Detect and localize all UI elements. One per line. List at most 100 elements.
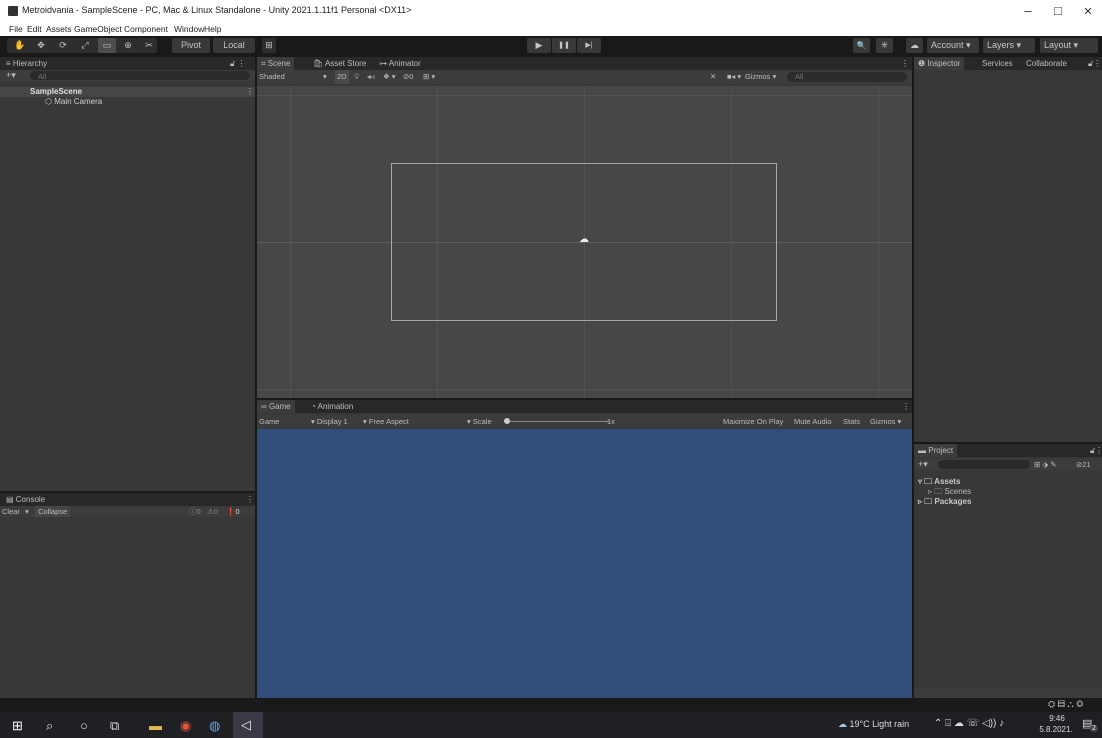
clock-time[interactable]: 9:46 (1042, 714, 1072, 723)
scale-tool-icon[interactable]: ⤢ (77, 38, 93, 53)
hidden-objects-icon[interactable]: ⊘ 0 (403, 70, 413, 84)
menu-edit[interactable]: Edit (27, 24, 42, 34)
tab-animation[interactable]: ◔ Animation (307, 400, 357, 413)
tools-icon[interactable]: ✕ (710, 70, 716, 84)
menu-gameobject[interactable]: GameObject (74, 24, 122, 34)
lighting-icon[interactable]: 💡︎ (354, 70, 359, 84)
app-db-icon[interactable]: ◍ (209, 718, 220, 734)
mute-audio-toggle[interactable]: Mute Audio (794, 415, 832, 428)
lock-icon[interactable]: 🔓︎ ⋮ (226, 57, 249, 70)
local-toggle[interactable]: Local (213, 38, 255, 53)
weather-widget[interactable]: ☁ 19°C Light rain (838, 719, 909, 730)
transform-tool-icon[interactable]: ⊕ (120, 38, 136, 53)
lock-icon[interactable]: 🔓︎⋮ (1084, 57, 1102, 70)
tab-project[interactable]: ▬ Project (914, 444, 958, 457)
unity-taskbar-button[interactable]: ◁ (233, 712, 263, 738)
warning-count[interactable]: ⚠0 (207, 506, 218, 517)
hierarchy-search-input[interactable]: All (30, 71, 250, 81)
packages-count[interactable]: ⊘21 (1076, 459, 1091, 470)
account-dropdown[interactable]: Account ▾ (927, 38, 979, 53)
scale-slider[interactable] (505, 421, 610, 422)
chrome-icon[interactable]: ◉ (180, 718, 191, 734)
menu-component[interactable]: Component (124, 24, 168, 34)
stats-toggle[interactable]: Stats (843, 415, 860, 428)
chevron-down-icon[interactable]: ▾ (25, 506, 29, 517)
scene-menu-icon[interactable]: ⋮ (246, 87, 254, 96)
effects-icon[interactable]: ❖ ▾ (383, 70, 396, 84)
lock-icon[interactable]: 🔓︎⋮ (1086, 444, 1102, 457)
2d-toggle[interactable]: 2D (335, 70, 349, 84)
play-button[interactable]: ▶ (527, 38, 551, 53)
log-count[interactable]: ⓘ0 (189, 506, 201, 517)
camera-icon[interactable]: ■◂ ▾ (727, 70, 741, 84)
tab-game[interactable]: ∞ Game (257, 400, 295, 413)
tree-item-assets[interactable]: ▿ 🗀︎ Assets (918, 476, 971, 486)
step-button[interactable]: ▶| (577, 38, 601, 53)
console-menu-icon[interactable]: ⋮ (242, 493, 258, 506)
minimize-button[interactable]: – (1016, 3, 1040, 18)
tab-inspector[interactable]: ❶ Inspector (914, 57, 965, 70)
menu-assets[interactable]: Assets (46, 24, 72, 34)
search-icon[interactable]: 🔍 (853, 38, 870, 53)
clear-button[interactable]: Clear (2, 506, 20, 517)
display-dropdown[interactable]: ▾ Display 1 (311, 415, 348, 428)
system-tray-icons[interactable]: ⌃ ⌹ ☁ ☏ ◁)) ♪ (934, 718, 1004, 729)
custom-tool-icon[interactable]: ✂ (141, 38, 157, 53)
close-button[interactable]: ✕ (1076, 5, 1100, 18)
rotate-tool-icon[interactable]: ⟳ (55, 38, 71, 53)
cortana-icon[interactable]: ○ (80, 718, 88, 733)
tab-console[interactable]: ▤ Console (2, 493, 49, 506)
tab-scene[interactable]: ⌗ Scene (257, 57, 295, 70)
tab-hierarchy[interactable]: ≡ Hierarchy (2, 57, 51, 70)
hierarchy-add-button[interactable]: +▾ (6, 70, 16, 81)
tree-item-scenes[interactable]: ▹ 🗀︎ Scenes (918, 486, 971, 496)
layers-dropdown[interactable]: Layers ▾ (983, 38, 1035, 53)
tab-services[interactable]: Services (978, 57, 1017, 70)
tab-animator[interactable]: ⊶ Animator (375, 57, 425, 70)
pivot-toggle[interactable]: Pivot (172, 38, 210, 53)
pause-button[interactable]: ❚❚ (552, 38, 576, 53)
game-mode-dropdown[interactable]: Game (259, 415, 279, 428)
scene-row[interactable]: SampleScene ⋮ (0, 87, 255, 97)
move-tool-icon[interactable]: ✥ (33, 38, 49, 53)
shading-dropdown[interactable]: Shaded (259, 70, 285, 84)
maximize-on-play-toggle[interactable]: Maximize On Play (723, 415, 783, 428)
camera-gizmo-icon[interactable]: ☁ (579, 234, 589, 245)
grid-toggle-icon[interactable]: ⊞ ▾ (423, 70, 435, 84)
tab-collaborate[interactable]: Collaborate (1022, 57, 1071, 70)
scale-slider-handle[interactable] (504, 418, 510, 424)
scene-search-input[interactable]: All (787, 72, 907, 82)
error-count[interactable]: ❗0 (226, 506, 240, 517)
collapse-toggle[interactable]: Collapse (35, 506, 71, 517)
tab-asset-store[interactable]: 🛍︎ Asset Store (309, 57, 370, 70)
task-view-icon[interactable]: ⧉ (110, 718, 119, 734)
game-menu-icon[interactable]: ⋮ (898, 400, 914, 413)
grid-snap-icon[interactable]: ⊞ (262, 38, 276, 53)
layout-dropdown[interactable]: Layout ▾ (1040, 38, 1098, 53)
scene-menu-icon[interactable]: ⋮ (897, 57, 913, 70)
chevron-down-icon[interactable]: ▾ (323, 70, 327, 84)
gizmos-dropdown[interactable]: Gizmos ▾ (745, 70, 776, 84)
menu-file[interactable]: File (9, 24, 23, 34)
status-icons[interactable]: ⛭ ▤ ⛬ ◎ (1048, 699, 1083, 710)
menu-help[interactable]: Help (204, 24, 221, 34)
windows-start-icon[interactable]: ⊞ (12, 718, 23, 734)
menu-window[interactable]: Window (174, 24, 204, 34)
collab-cloud-icon[interactable]: ☁ (906, 38, 923, 53)
file-explorer-icon[interactable]: ▬ (149, 718, 162, 733)
scene-view[interactable]: ☁ (257, 86, 912, 398)
search-icon[interactable]: ⌕ (46, 718, 53, 734)
aspect-dropdown[interactable]: ▾ Free Aspect (363, 415, 409, 428)
project-add-button[interactable]: +▾ (918, 459, 928, 470)
maximize-button[interactable]: □ (1046, 3, 1070, 18)
hierarchy-item-main-camera[interactable]: ⬡ Main Camera (45, 97, 102, 106)
clock-date[interactable]: 5.8.2021. (1036, 725, 1076, 734)
project-search-input[interactable] (938, 460, 1030, 469)
hand-tool-icon[interactable]: ✋ (12, 38, 28, 53)
audio-icon[interactable]: ◂◃ (367, 70, 375, 84)
game-view[interactable] (257, 429, 912, 698)
services-icon[interactable]: ✳ (876, 38, 893, 53)
filter-icons[interactable]: ⊞ ⬗ ✎ (1034, 459, 1057, 470)
game-gizmos-dropdown[interactable]: Gizmos ▾ (870, 415, 901, 428)
tree-item-packages[interactable]: ▹ 🗀︎ Packages (918, 496, 971, 506)
